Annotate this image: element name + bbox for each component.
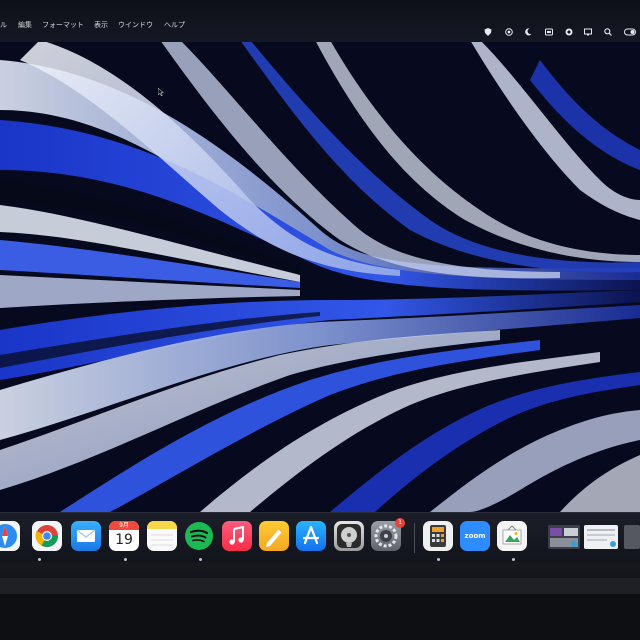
- dock-app-safari[interactable]: [0, 521, 20, 551]
- laptop-bezel: [0, 562, 640, 640]
- calendar-icon: 9月 19: [109, 521, 139, 551]
- dock-app-system-settings[interactable]: 1: [371, 518, 405, 551]
- vpn-icon[interactable]: [565, 28, 573, 36]
- dock-app-disk-utility[interactable]: [334, 521, 364, 551]
- dock-app-app-store[interactable]: [296, 521, 326, 551]
- safari-icon: [0, 524, 17, 548]
- spotify-icon: [185, 522, 213, 550]
- bezel-lip: [0, 578, 640, 594]
- bezel-base: [0, 594, 640, 640]
- app-store-icon: [302, 525, 320, 545]
- menu-bar: ル 編集 フォーマット 表示 ウインドウ ヘルプ: [0, 0, 640, 42]
- desktop-screen: ル 編集 フォーマット 表示 ウインドウ ヘルプ 9月 19 1 zoom: [0, 0, 640, 640]
- dock-app-calculator[interactable]: [423, 521, 453, 551]
- pages-icon: [266, 528, 283, 547]
- dock-app-chrome[interactable]: [32, 521, 62, 551]
- dock-separator: [414, 523, 415, 553]
- running-indicator: [512, 558, 515, 561]
- dock-app-music[interactable]: [222, 521, 252, 551]
- menu-item-help[interactable]: ヘルプ: [164, 20, 185, 30]
- running-indicator: [199, 558, 202, 561]
- dock-window-thumbnail-2[interactable]: [584, 525, 618, 549]
- dock-window-thumbnail-1[interactable]: [548, 525, 580, 549]
- shield-icon[interactable]: [484, 28, 492, 36]
- search-icon[interactable]: [604, 28, 612, 36]
- running-indicator: [124, 558, 127, 561]
- control-icon[interactable]: [545, 28, 553, 36]
- dock-window-thumbnail-3[interactable]: [624, 525, 640, 549]
- chrome-icon: [35, 525, 58, 547]
- running-indicator: [38, 558, 41, 561]
- window-thumbnail: [548, 525, 580, 549]
- menu-item-format[interactable]: フォーマット: [42, 20, 84, 30]
- menu-item-app[interactable]: ル: [0, 20, 7, 30]
- menu-item-window[interactable]: ウインドウ: [118, 20, 153, 30]
- music-icon: [229, 525, 244, 545]
- running-indicator: [437, 558, 440, 561]
- mouse-cursor-icon: [158, 88, 164, 96]
- calculator-icon: [430, 525, 446, 547]
- notes-icon: [147, 521, 177, 546]
- toggle-icon[interactable]: [624, 28, 636, 36]
- calendar-month: 9月: [109, 521, 139, 530]
- menu-item-edit[interactable]: 編集: [18, 20, 32, 30]
- dock-app-preview[interactable]: [497, 521, 527, 551]
- display-icon[interactable]: [584, 28, 592, 36]
- dock-app-notes[interactable]: [147, 521, 177, 551]
- zoom-icon: zoom: [464, 532, 486, 540]
- moon-icon[interactable]: [524, 28, 532, 36]
- record-icon[interactable]: [505, 28, 513, 36]
- menu-item-view[interactable]: 表示: [94, 20, 108, 30]
- dock-app-pages[interactable]: [259, 521, 289, 551]
- dock-app-calendar[interactable]: 9月 19: [109, 521, 139, 551]
- dock-app-spotify[interactable]: [184, 521, 214, 551]
- dock-app-zoom[interactable]: zoom: [460, 521, 490, 551]
- notification-badge: 1: [395, 518, 405, 528]
- dock: 9月 19 1 zoom: [0, 512, 640, 563]
- disk-utility-icon: [337, 524, 361, 548]
- preview-icon: [502, 525, 522, 545]
- mail-icon: [76, 529, 96, 542]
- dock-app-mail[interactable]: [71, 521, 101, 551]
- window-thumbnail: [584, 525, 618, 549]
- calendar-day: 19: [115, 532, 133, 548]
